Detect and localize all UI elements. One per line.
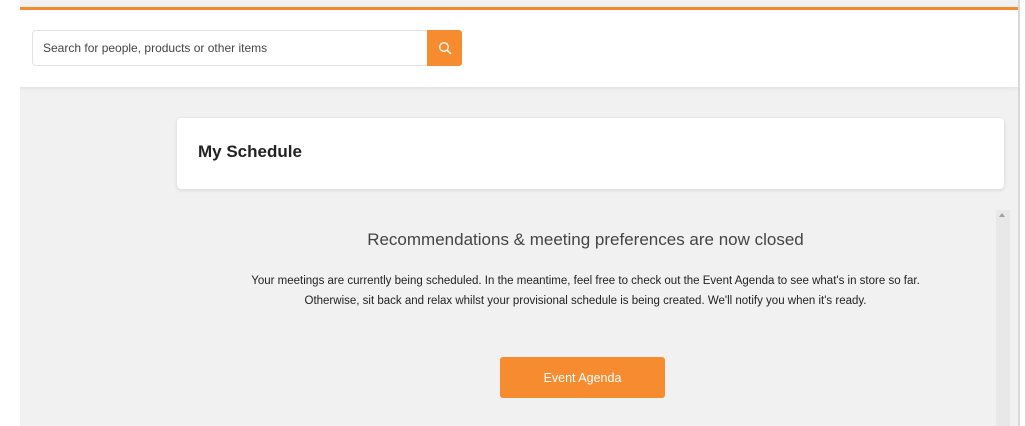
search-button[interactable] (427, 30, 462, 66)
message-line-2: Otherwise, sit back and relax whilst you… (304, 295, 867, 307)
message-line-1: Your meetings are currently being schedu… (251, 275, 920, 287)
schedule-content: Recommendations & meeting preferences ar… (177, 210, 994, 426)
scrollbar[interactable] (996, 210, 1010, 426)
closed-notice-heading: Recommendations & meeting preferences ar… (367, 230, 804, 249)
schedule-header-card: My Schedule (177, 118, 1004, 189)
scroll-up-arrow-icon[interactable] (999, 213, 1005, 217)
search-input[interactable] (32, 30, 427, 66)
search-icon (438, 42, 451, 55)
header (20, 10, 1018, 87)
page-title: My Schedule (198, 142, 302, 161)
event-agenda-button[interactable]: Event Agenda (500, 357, 665, 398)
closed-notice-message: Your meetings are currently being schedu… (177, 271, 994, 311)
app-frame: My Schedule Recommendations & meeting pr… (20, 0, 1018, 426)
window-edge (1018, 0, 1020, 426)
